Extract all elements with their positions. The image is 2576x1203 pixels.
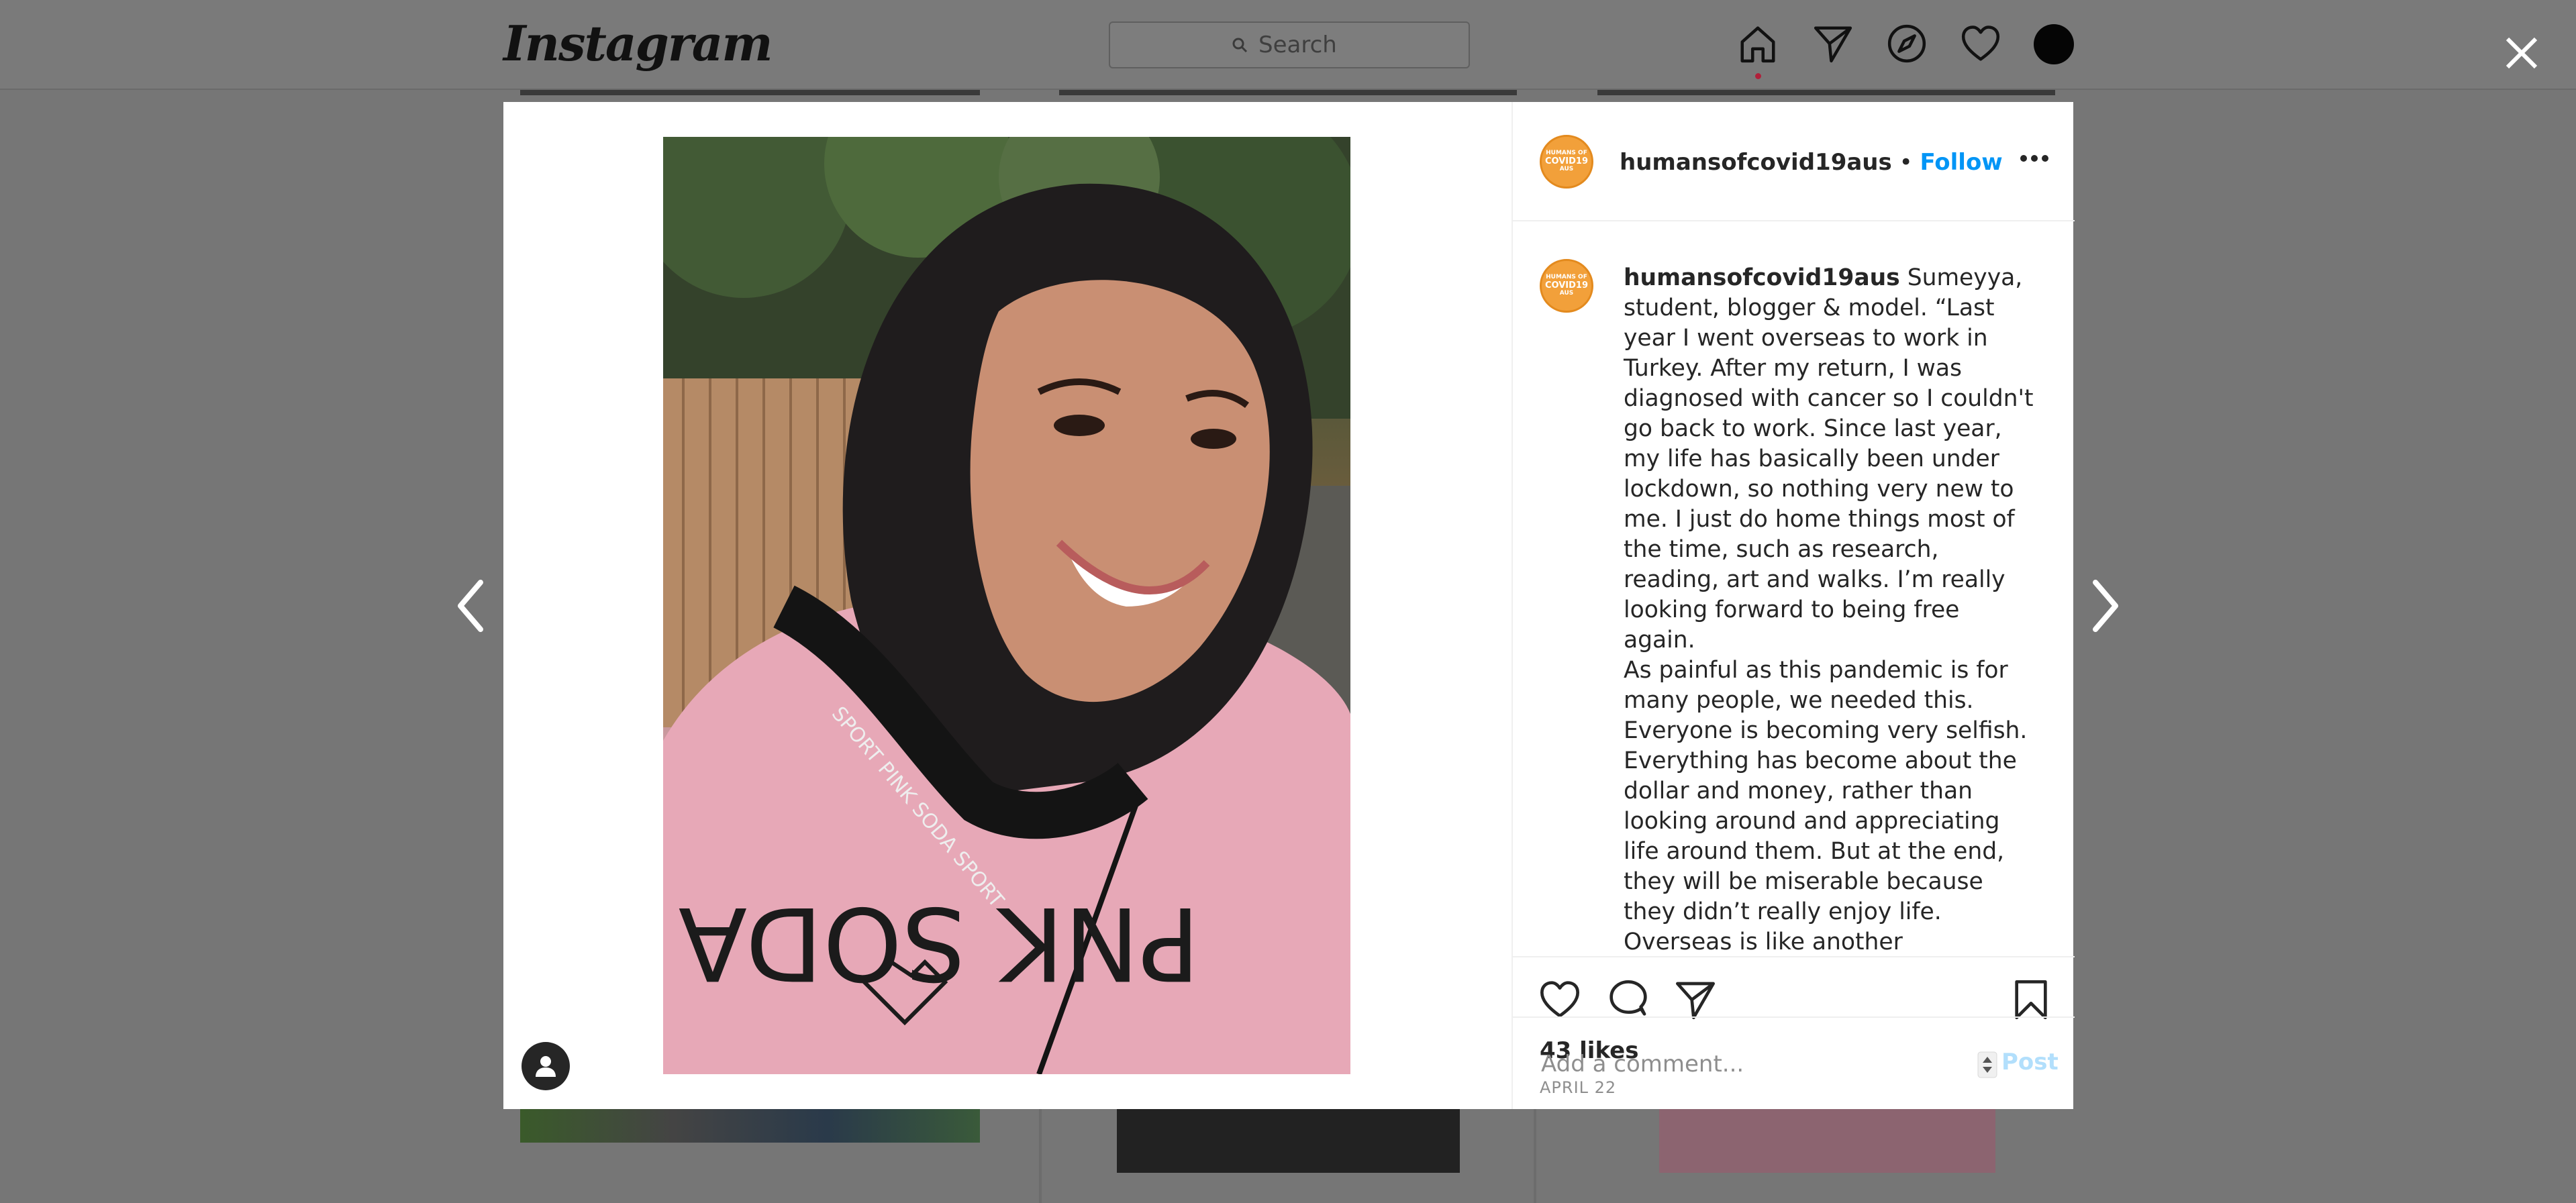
grid-post-thumbnail[interactable]: [520, 1109, 980, 1143]
profile-avatar-icon[interactable]: [2034, 24, 2074, 64]
post-photo[interactable]: SPORT PINK SODA SPORT PNK SODA: [663, 137, 1350, 1074]
explore-icon[interactable]: [1886, 23, 1928, 64]
previous-post-arrow-icon[interactable]: [454, 577, 487, 635]
post-photo-illustration: SPORT PINK SODA SPORT PNK SODA: [663, 137, 1350, 1074]
more-options-icon[interactable]: [2020, 154, 2049, 162]
top-navigation-bar: Instagram: [0, 0, 2576, 90]
direct-icon[interactable]: [1812, 23, 1854, 64]
notification-dot: [1755, 73, 1761, 79]
save-bookmark-icon[interactable]: [2010, 978, 2052, 1021]
grid-post-thumbnail[interactable]: [1059, 90, 1517, 95]
grid-post-thumbnail[interactable]: [520, 90, 980, 95]
avatar-text-bottom: AUS: [1559, 290, 1574, 297]
tagged-people-button[interactable]: [522, 1042, 570, 1090]
caption-username[interactable]: humansofcovid19aus: [1624, 264, 1900, 291]
user-icon: [536, 1056, 556, 1077]
post-header: HUMANS OF COVID19 AUS humansofcovid19aus…: [1513, 102, 2075, 221]
grid-column-gap: [1534, 1109, 1536, 1203]
post-details-pane: HUMANS OF COVID19 AUS humansofcovid19aus…: [1512, 102, 2075, 1109]
search-input[interactable]: [1257, 31, 1347, 59]
header-separator: •: [1899, 149, 1913, 176]
avatar-text-mid: COVID19: [1544, 280, 1589, 291]
author-avatar[interactable]: HUMANS OF COVID19 AUS: [1540, 135, 1593, 189]
search-icon: [1232, 38, 1248, 53]
post-media-pane: SPORT PINK SODA SPORT PNK SODA: [503, 102, 1512, 1109]
caption-paragraph-1: Sumeyya, student, blogger & model. “Last…: [1624, 264, 2034, 653]
author-line: humansofcovid19aus • Follow: [1620, 149, 2003, 176]
comment-icon[interactable]: [1607, 978, 1650, 1021]
caption-paragraph-2: As painful as this pandemic is for many …: [1624, 657, 2028, 955]
post-caption: humansofcovid19aus Sumeyya, student, blo…: [1624, 263, 2034, 956]
post-comment-button[interactable]: Post: [2001, 1049, 2059, 1076]
post-modal: SPORT PINK SODA SPORT PNK SODA HUMANS OF…: [503, 102, 2075, 1109]
grid-column-gap: [1039, 1109, 1042, 1203]
avatar-text-mid: COVID19: [1544, 156, 1589, 166]
grid-post-thumbnail[interactable]: [1117, 1109, 1460, 1173]
hoodie-print-text: PNK SODA: [679, 884, 1200, 1001]
comment-input[interactable]: [1540, 1045, 1959, 1084]
caption-author-avatar[interactable]: HUMANS OF COVID19 AUS: [1540, 259, 1593, 313]
search-box[interactable]: [1109, 21, 1470, 68]
grid-post-thumbnail[interactable]: [1597, 90, 2055, 95]
avatar-text-bottom: AUS: [1559, 166, 1574, 173]
like-heart-icon[interactable]: [1538, 978, 1581, 1021]
instagram-logo[interactable]: Instagram: [503, 15, 773, 75]
add-comment-row: Post: [1513, 1016, 2075, 1109]
scroll-stepper-icon[interactable]: [1977, 1051, 1997, 1078]
follow-button[interactable]: Follow: [1920, 149, 2002, 176]
next-post-arrow-icon[interactable]: [2089, 577, 2122, 635]
author-username[interactable]: humansofcovid19aus: [1620, 149, 1892, 176]
share-icon[interactable]: [1674, 978, 1717, 1021]
home-icon[interactable]: [1737, 23, 1779, 64]
activity-heart-icon[interactable]: [1960, 23, 2001, 64]
close-icon[interactable]: [2504, 35, 2540, 71]
caption-scroll-area[interactable]: HUMANS OF COVID19 AUS humansofcovid19aus…: [1513, 221, 2075, 957]
